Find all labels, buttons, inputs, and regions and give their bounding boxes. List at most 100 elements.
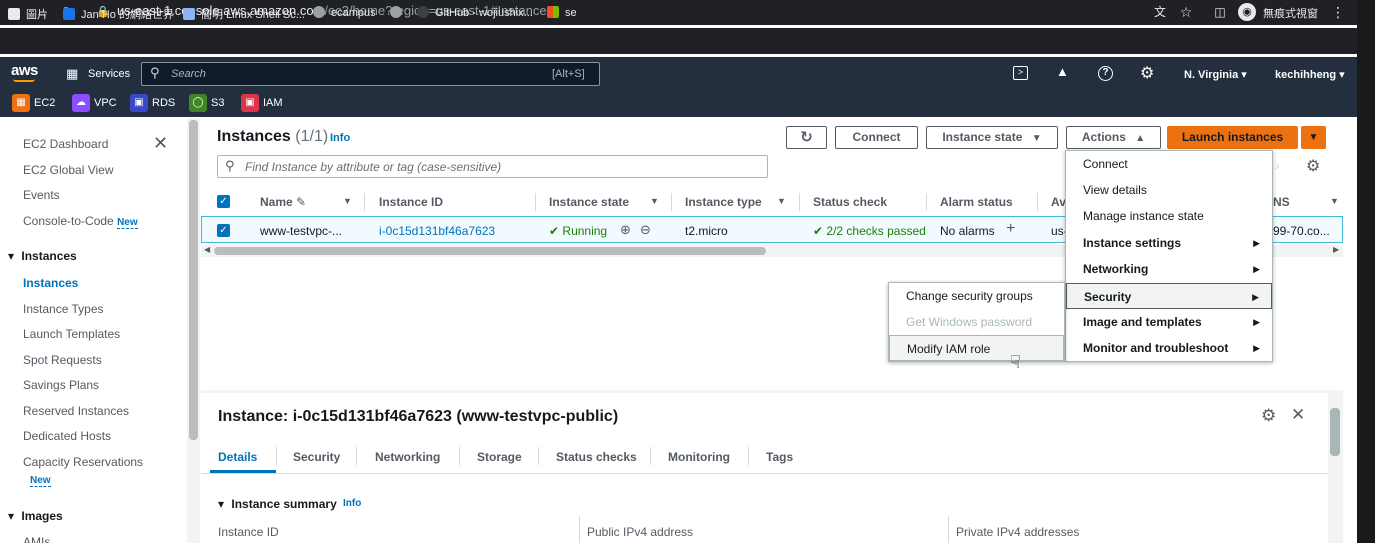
help-icon[interactable]: ? [1098,66,1113,81]
tab-status-checks[interactable]: Status checks [556,450,637,464]
favorite-s3[interactable]: ◯ S3 [189,94,224,113]
sidebar-item-spot-requests[interactable]: Spot Requests [23,353,102,367]
column-header-instance-id[interactable]: Instance ID [379,195,443,209]
cell-instance-id[interactable]: i-0c15d131bf46a7623 [379,224,495,238]
select-all-checkbox[interactable]: ✓ [217,195,230,208]
tab-monitoring[interactable]: Monitoring [668,450,730,464]
sidepanel-icon[interactable]: ◫ [1210,1,1230,23]
sort-caret-icon[interactable]: ▼ [1330,196,1339,206]
sort-caret-icon[interactable]: ▼ [650,196,659,206]
bookmark-linux-shell[interactable]: 簡明 Linux Shell Sc... [183,6,305,22]
column-divider[interactable] [364,193,365,211]
menu-item-change-security-groups[interactable]: Change security groups [889,283,1064,309]
instance-state-button[interactable]: Instance state ▼ [926,126,1058,149]
add-alarm-icon[interactable]: + [1006,220,1015,238]
cloudshell-icon[interactable]: > [1013,66,1028,80]
sort-caret-icon[interactable]: ▼ [343,196,352,206]
sort-caret-icon[interactable]: ▼ [777,196,786,206]
info-link[interactable]: Info [330,132,350,144]
account-menu[interactable]: kechihheng ▾ [1275,68,1345,81]
profile-label[interactable]: 無痕式視窗 [1263,5,1318,21]
column-header-status-check[interactable]: Status check [813,195,887,209]
sidebar-item-console-to-code[interactable]: Console-to-Code New [23,214,138,229]
column-header-az[interactable]: Av [1051,195,1066,209]
menu-item-view-details[interactable]: View details [1066,177,1272,203]
bookmark-star-icon[interactable]: ☆ [1176,1,1196,23]
menu-item-security[interactable]: Security ▶ [1066,283,1272,309]
sidebar-item-capacity-reservations[interactable]: Capacity Reservations [23,455,143,469]
sidebar-item-instances[interactable]: Instances [23,276,78,290]
table-settings-gear-icon[interactable]: ⚙ [1306,156,1320,176]
sidebar-item-savings-plans[interactable]: Savings Plans [23,378,99,392]
refresh-button[interactable]: ↻ [786,126,827,149]
favorite-rds[interactable]: ▣ RDS [130,94,175,113]
tab-details[interactable]: Details [218,450,257,464]
menu-item-instance-settings[interactable]: Instance settings ▶ [1066,230,1272,256]
region-selector[interactable]: N. Virginia ▾ [1184,68,1247,81]
sidebar-item-dedicated-hosts[interactable]: Dedicated Hosts [23,429,111,443]
launch-instances-button[interactable]: Launch instances [1167,126,1298,149]
sidebar-item-ec2-global-view[interactable]: EC2 Global View [23,163,114,177]
sidebar-section-instances[interactable]: ▾ Instances [8,249,77,263]
incognito-icon[interactable]: ◉ [1238,3,1256,21]
column-divider[interactable] [799,193,800,211]
column-divider[interactable] [535,193,536,211]
menu-item-modify-iam-role[interactable]: Modify IAM role [889,335,1064,361]
sidebar-item-instance-types[interactable]: Instance Types [23,302,104,316]
column-header-dns[interactable]: NS [1273,195,1290,209]
bookmark-ecampus[interactable]: ecampus [313,6,376,19]
details-settings-gear-icon[interactable]: ⚙ [1261,406,1276,426]
menu-item-monitor-and-troubleshoot[interactable]: Monitor and troubleshoot ▶ [1066,335,1272,361]
favorite-iam[interactable]: ▣ IAM [241,94,283,113]
bookmark-globe[interactable] [390,6,408,19]
actions-button[interactable]: Actions ▲ [1066,126,1161,149]
bookmark-janho[interactable]: Jan Ho 的網絡世界 [63,6,174,22]
column-header-alarm-status[interactable]: Alarm status [940,195,1013,209]
translate-icon[interactable]: 文 [1150,1,1170,23]
column-divider[interactable] [926,193,927,211]
zoom-out-icon[interactable]: ⊖ [640,222,651,238]
menu-kebab-icon[interactable]: ⋮ [1328,1,1348,23]
sidebar-item-ec2-dashboard[interactable]: EC2 Dashboard [23,137,108,151]
menu-item-connect[interactable]: Connect [1066,151,1272,177]
column-header-instance-state[interactable]: Instance state [549,195,629,209]
sidebar-item-amis[interactable]: AMIs [23,535,50,543]
sidebar-section-images[interactable]: ▾ Images [8,509,63,523]
aws-logo[interactable]: aws [11,62,38,79]
menu-item-get-windows-password[interactable]: Get Windows password [889,309,1064,335]
column-divider[interactable] [1037,193,1038,211]
row-checkbox[interactable]: ✓ [217,224,230,237]
next-page-icon[interactable]: › [1275,157,1280,173]
menu-item-image-and-templates[interactable]: Image and templates ▶ [1066,309,1272,335]
scroll-right-icon[interactable]: ▶ [1333,245,1339,254]
connect-button[interactable]: Connect [835,126,918,149]
column-divider[interactable] [671,193,672,211]
menu-item-manage-instance-state[interactable]: Manage instance state [1066,203,1272,229]
column-header-name[interactable]: Name ✎ [260,195,306,209]
favorite-vpc[interactable]: ☁ VPC [72,94,117,113]
tab-storage[interactable]: Storage [477,450,522,464]
zoom-in-icon[interactable]: ⊕ [620,222,631,238]
details-scroll-thumb[interactable] [1330,408,1340,456]
close-details-icon[interactable]: ✕ [1291,405,1305,425]
tab-networking[interactable]: Networking [375,450,440,464]
settings-gear-icon[interactable]: ⚙ [1140,63,1154,83]
bookmark-github[interactable]: GitHub - wojiushix... [417,6,533,19]
favorite-ec2[interactable]: ▦ EC2 [12,94,55,113]
instance-summary-header[interactable]: ▾ Instance summary [218,497,337,511]
tab-security[interactable]: Security [293,450,340,464]
info-link[interactable]: Info [343,498,361,509]
tab-tags[interactable]: Tags [766,450,793,464]
notifications-bell-icon[interactable]: ▲ [1056,64,1069,79]
column-header-instance-type[interactable]: Instance type [685,195,762,209]
sidebar-item-launch-templates[interactable]: Launch Templates [23,327,120,341]
sidebar-scroll-thumb[interactable] [189,120,198,440]
sidebar-item-events[interactable]: Events [23,188,60,202]
table-scroll-thumb[interactable] [214,247,766,255]
aws-search-input[interactable] [141,62,600,86]
services-menu[interactable]: Services [88,68,130,80]
sidebar-item-reserved-instances[interactable]: Reserved Instances [23,404,129,418]
menu-item-networking[interactable]: Networking ▶ [1066,256,1272,282]
bookmark-se[interactable]: se [547,6,577,19]
launch-dropdown-button[interactable]: ▼ [1301,126,1326,149]
